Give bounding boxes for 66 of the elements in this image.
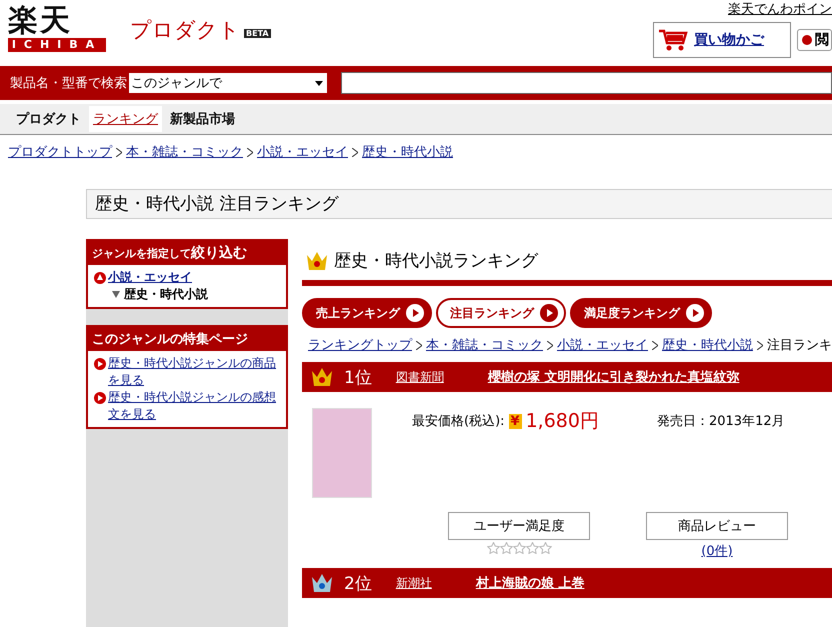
breadcrumb-link[interactable]: プロダクトトップ: [8, 143, 112, 161]
nav-tab[interactable]: プロダクト: [12, 106, 85, 132]
breadcrumb-link[interactable]: 小説・エッセイ: [557, 336, 648, 354]
review-count-link[interactable]: (0件): [701, 542, 733, 560]
cart-icon: [658, 28, 688, 52]
current-genre: 歴史・時代小説: [124, 286, 208, 303]
star-icon: [486, 542, 500, 554]
nav-tab[interactable]: ランキング: [89, 106, 162, 132]
breadcrumb-link[interactable]: 本・雑誌・コミック: [126, 143, 243, 161]
down-triangle-icon: [112, 291, 120, 298]
caret-icon: [315, 80, 323, 86]
chevron-icon: [416, 340, 422, 350]
ranking-tab[interactable]: 注目ランキング: [436, 298, 566, 328]
feature-link[interactable]: 歴史・時代小説ジャンルの感想文を見る: [108, 389, 280, 423]
cart-button[interactable]: 買い物かご: [653, 22, 791, 58]
crown-icon: [310, 573, 334, 593]
chevron-icon: [352, 148, 358, 156]
breadcrumb-current: 注目ランキ: [767, 337, 832, 354]
satisfaction-label: ユーザー満足度: [448, 512, 590, 540]
genre-parent-link[interactable]: 小説・エッセイ: [108, 269, 192, 286]
chevron-icon: [652, 340, 658, 350]
search-field[interactable]: [341, 72, 832, 94]
genre-filter-heading: ジャンルを指定して絞り込む: [88, 241, 286, 265]
chevron-icon: [247, 148, 253, 156]
rank-label: 2位: [344, 572, 372, 594]
feature-link[interactable]: 歴史・時代小説ジャンルの商品を見る: [108, 355, 280, 389]
breadcrumb-link[interactable]: ランキングトップ: [308, 336, 412, 354]
play-icon: [686, 304, 704, 322]
product-title-link[interactable]: 村上海賊の娘 上巻: [476, 574, 584, 592]
star-icon: [500, 542, 512, 554]
star-icon: [526, 542, 538, 554]
chevron-icon: [547, 340, 553, 350]
breadcrumb-link[interactable]: 小説・エッセイ: [257, 143, 348, 161]
page-title: 歴史・時代小説 注目ランキング: [86, 189, 832, 219]
crown-icon: [310, 367, 334, 387]
star-icon: [512, 542, 526, 554]
breadcrumb-link[interactable]: 歴史・時代小説: [362, 143, 453, 161]
ranking-tab[interactable]: 満足度ランキング: [570, 298, 712, 328]
points-link[interactable]: 楽天でんわポイン: [728, 0, 832, 18]
rank-label: 1位: [344, 366, 372, 388]
star-icon: [538, 542, 552, 554]
breadcrumb-link[interactable]: 本・雑誌・コミック: [426, 336, 543, 354]
play-icon: [406, 304, 424, 322]
publisher-link[interactable]: 新潮社: [396, 574, 432, 592]
beta-badge: BETA: [244, 29, 271, 38]
publisher-link[interactable]: 図書新聞: [396, 368, 444, 386]
product-title: プロダクト: [130, 17, 240, 44]
product-title-link[interactable]: 櫻樹の塚 文明開化に引き裂かれた真塩紋弥: [488, 368, 740, 386]
price-value: 1,680円: [526, 409, 599, 434]
release-date: 発売日：2013年12月: [656, 413, 785, 430]
history-button[interactable]: 閲: [797, 29, 832, 51]
play-icon: [540, 304, 558, 322]
search-label: 製品名・型番で検索: [10, 75, 127, 92]
chevron-icon: [116, 148, 122, 156]
yen-icon: ¥: [508, 414, 522, 428]
price-label: 最安価格(税込):: [412, 413, 505, 430]
nav-tab[interactable]: 新製品市場: [166, 106, 239, 132]
ranking-tab[interactable]: 売上ランキング: [302, 298, 432, 328]
genre-select[interactable]: このジャンルで: [129, 73, 327, 93]
review-label: 商品レビュー: [646, 512, 788, 540]
ranking-title: 歴史・時代小説ランキング: [334, 250, 538, 272]
crown-icon: [306, 250, 328, 270]
breadcrumb-link[interactable]: 歴史・時代小説: [662, 336, 753, 354]
feature-heading: このジャンルの特集ページ: [88, 327, 286, 351]
rakuten-logo[interactable]: 楽天 ICHIBA: [8, 4, 106, 52]
chevron-icon: [757, 340, 763, 350]
